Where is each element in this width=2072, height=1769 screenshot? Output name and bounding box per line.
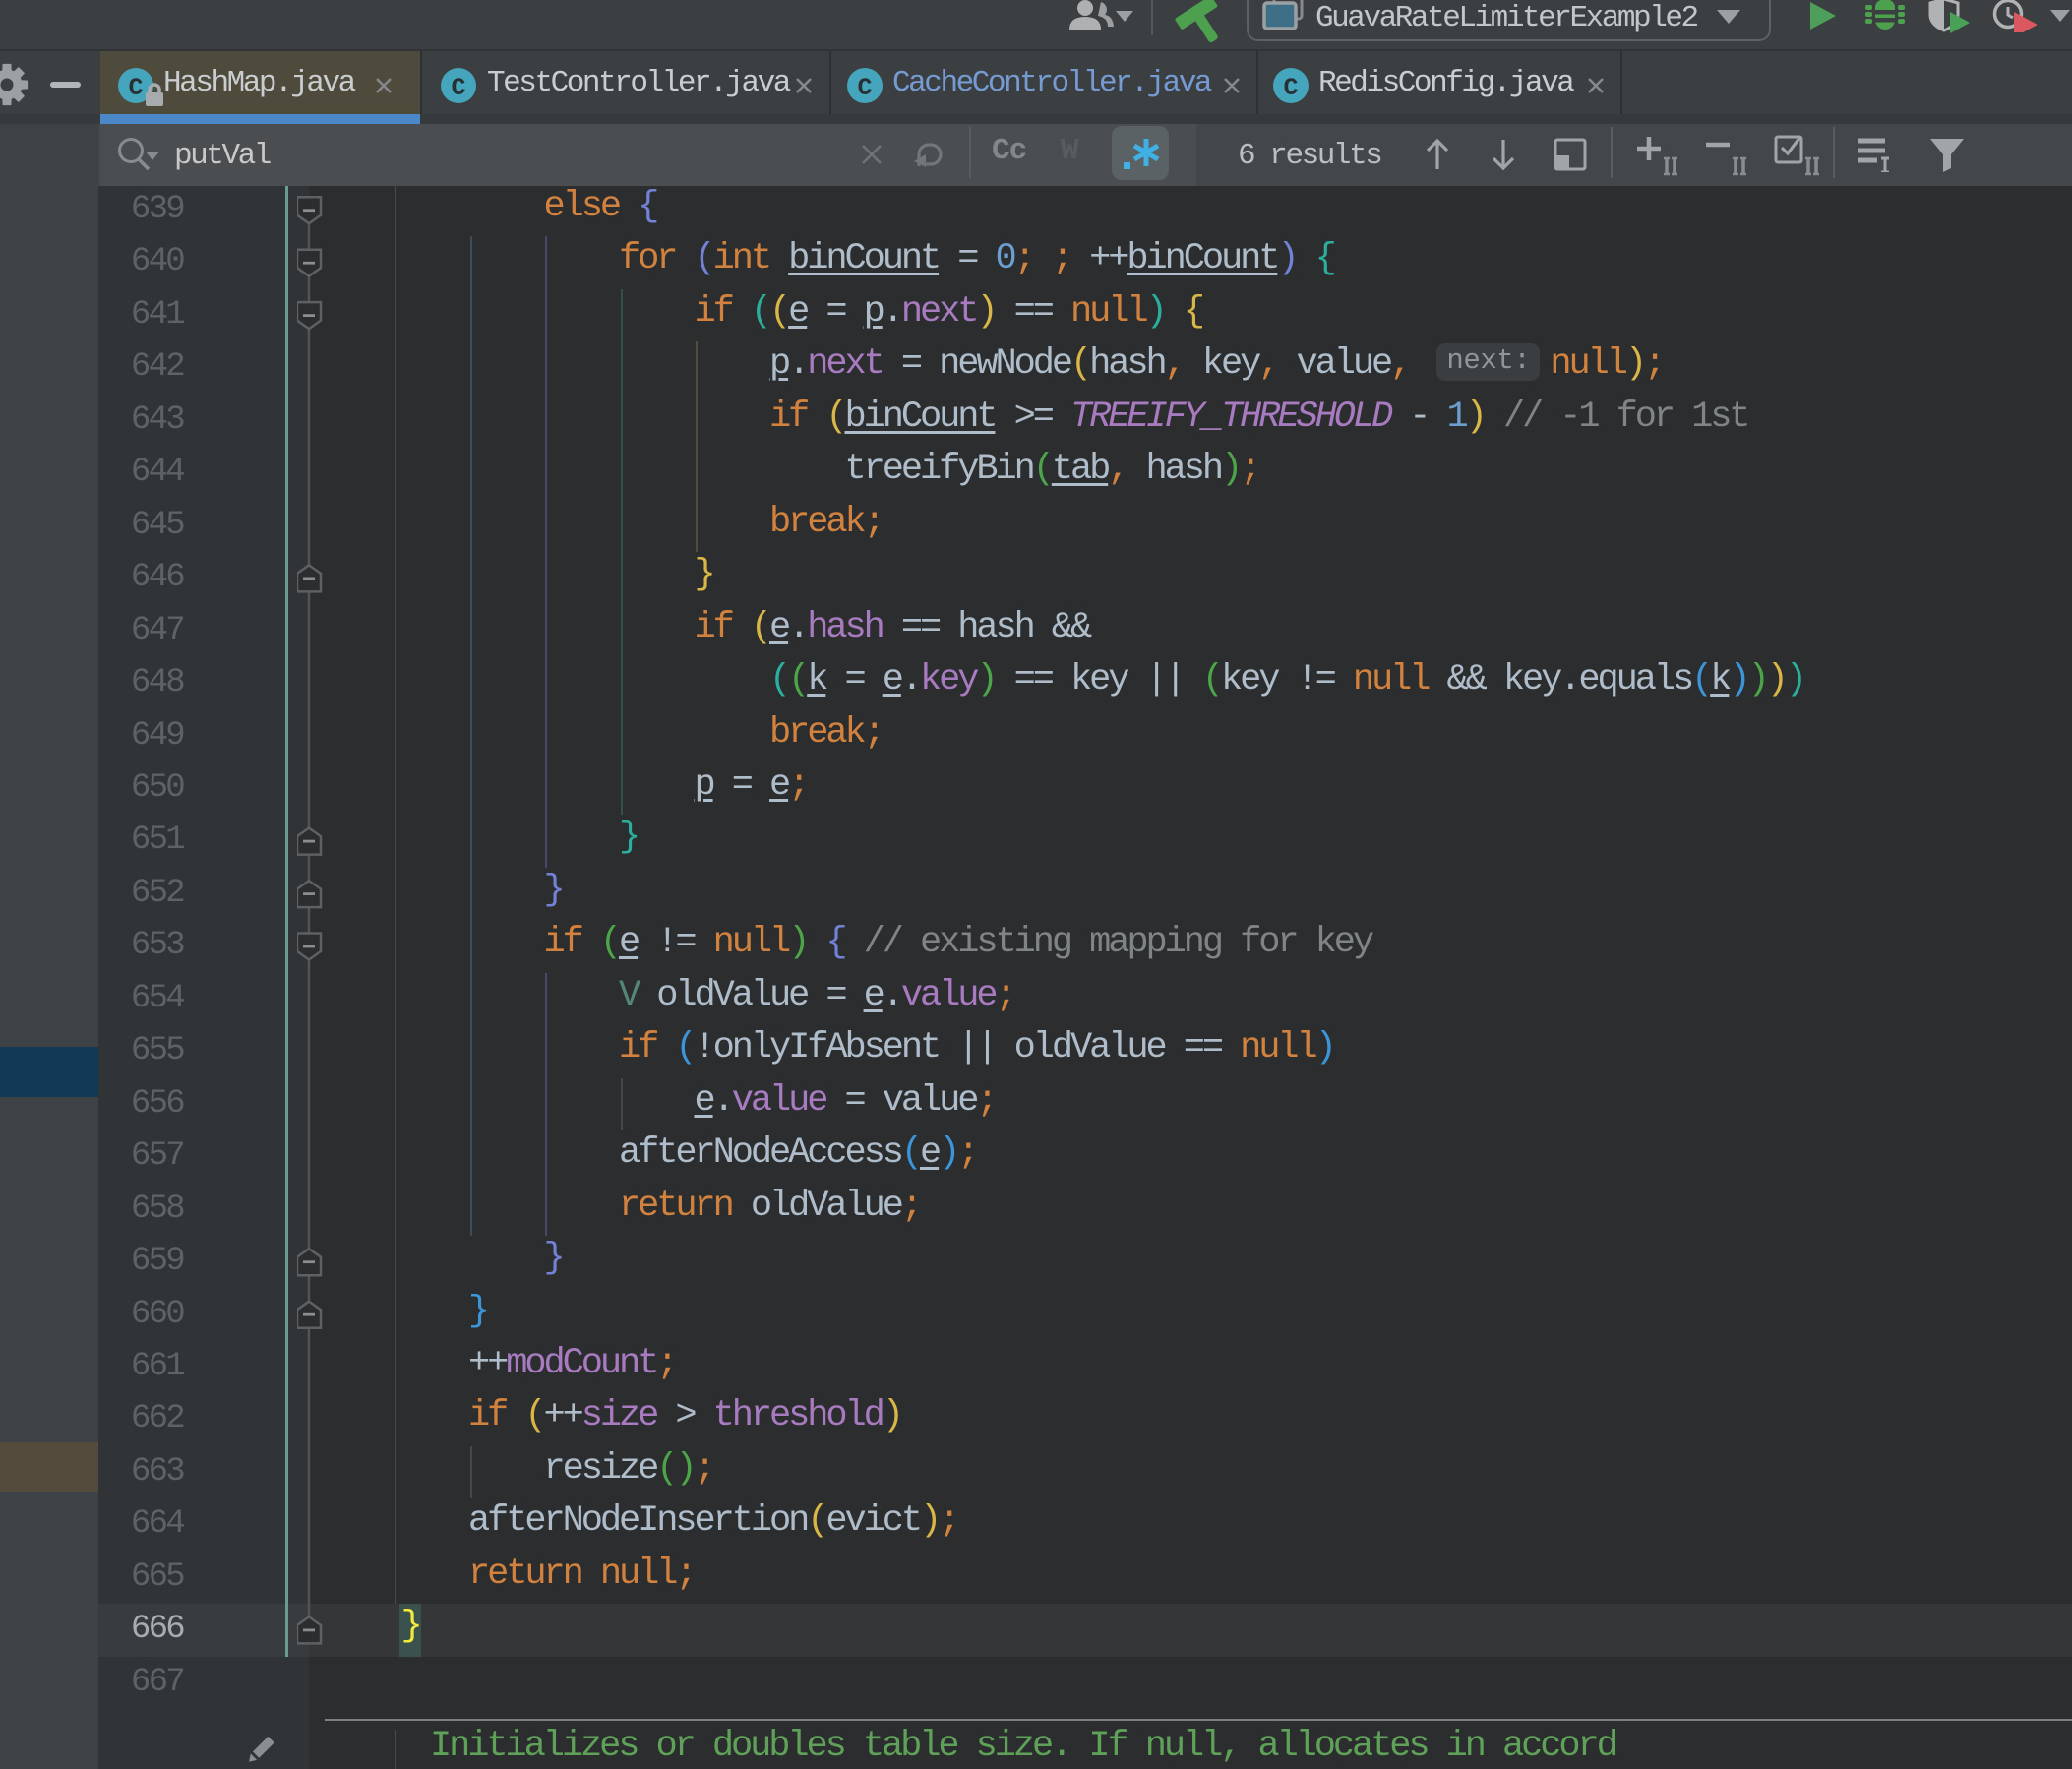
svg-text:C: C: [1283, 74, 1298, 102]
svg-text:C: C: [451, 74, 465, 102]
svg-text:C: C: [128, 74, 143, 102]
svg-text:C: C: [857, 74, 872, 102]
